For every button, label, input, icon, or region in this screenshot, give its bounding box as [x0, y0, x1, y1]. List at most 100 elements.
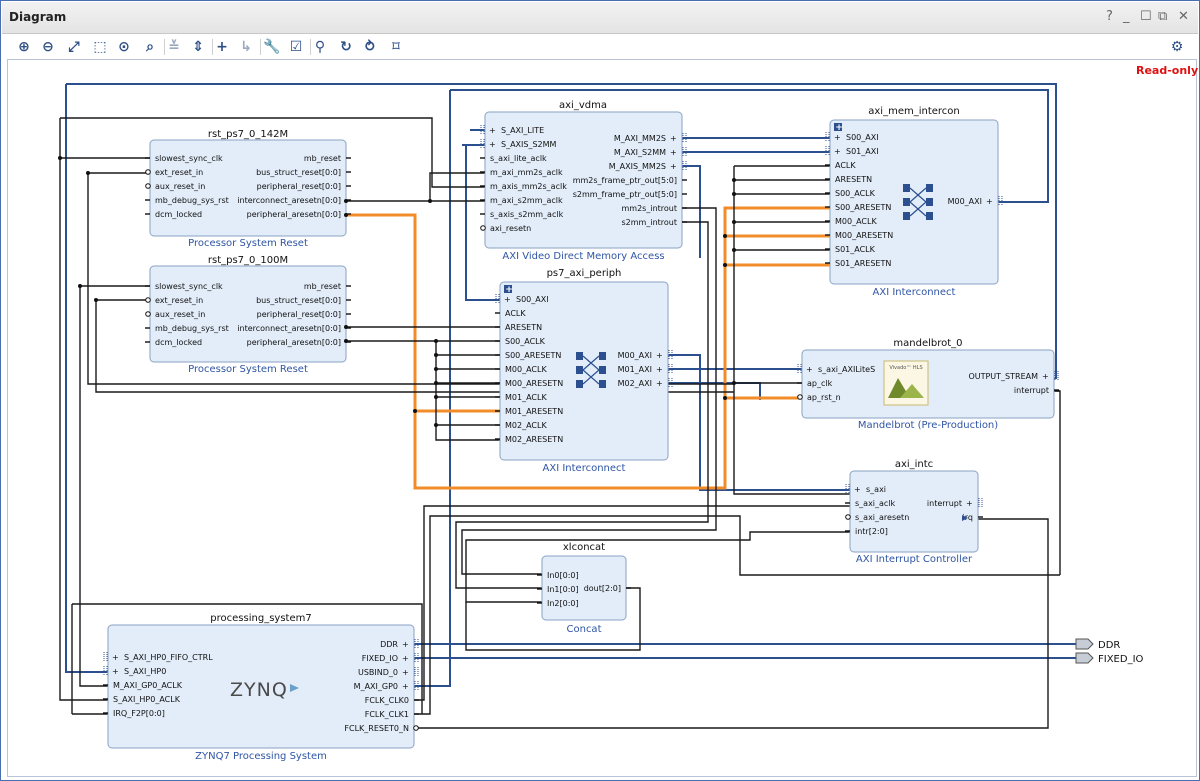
- bus-expand-icon[interactable]: +: [1042, 372, 1049, 381]
- port-label-M02_ACLK: M02_ACLK: [505, 421, 547, 430]
- ip-block-axi_intc[interactable]: axi_intc AXI Interrupt Controller + s_axi s_…: [845, 459, 983, 565]
- block-instance-name: axi_mem_intercon: [868, 106, 960, 117]
- bus-expand-icon[interactable]: +: [670, 134, 677, 143]
- block-instance-name: processing_system7: [210, 613, 311, 624]
- signal-net[interactable]: [59, 118, 108, 701]
- port-label-m_axi_mm2s_aclk: m_axi_mm2s_aclk: [490, 168, 563, 177]
- bus-expand-icon[interactable]: +: [402, 654, 409, 663]
- bus-expand-icon[interactable]: +: [489, 140, 496, 149]
- block-body[interactable]: [849, 470, 979, 553]
- port-label-bus_struct_reset[0:0]: bus_struct_reset[0:0]: [256, 168, 341, 177]
- net-junction: [434, 423, 438, 427]
- bus-expand-icon[interactable]: +: [834, 147, 841, 156]
- signal-net[interactable]: [1054, 390, 1061, 575]
- port-label-slowest_sync_clk: slowest_sync_clk: [155, 154, 223, 163]
- bus-expand-icon[interactable]: +: [834, 133, 841, 142]
- inverted-port-icon[interactable]: [413, 725, 419, 731]
- port-label-peripheral_aresetn[0:0]: peripheral_aresetn[0:0]: [247, 210, 341, 219]
- bus-expand-icon[interactable]: +: [504, 295, 511, 304]
- port-label-mb_reset: mb_reset: [304, 282, 341, 291]
- collapse-glyph: +: [505, 285, 513, 295]
- port-label-s_axi: s_axi: [866, 485, 886, 494]
- inverted-port-icon[interactable]: [845, 514, 851, 520]
- block-instance-name: xlconcat: [563, 542, 605, 553]
- bus-expand-icon[interactable]: +: [656, 365, 663, 374]
- ip-block-mandelbrot_0[interactable]: mandelbrot_0 Mandelbrot (Pre-Production) +…: [797, 338, 1059, 431]
- port-label-peripheral_aresetn[0:0]: peripheral_aresetn[0:0]: [247, 338, 341, 347]
- ip-block-processing_system7[interactable]: processing_system7 ZYNQ7 Processing Syste…: [103, 613, 419, 762]
- inverted-port-icon[interactable]: [145, 183, 151, 189]
- bus-expand-icon[interactable]: +: [402, 668, 409, 677]
- port-label-IRQ_F2P[0:0]: IRQ_F2P[0:0]: [113, 709, 165, 718]
- ip-block-axi_vdma[interactable]: axi_vdma AXI Video Direct Memory Access + S…: [480, 100, 687, 262]
- port-label-M00_ARESETN: M00_ARESETN: [835, 231, 893, 240]
- inverted-port-icon[interactable]: [145, 297, 151, 303]
- net-junction: [434, 353, 438, 357]
- net-junction: [344, 339, 348, 343]
- external-port-ddr[interactable]: [1075, 638, 1094, 650]
- block-instance-name: axi_vdma: [559, 100, 607, 111]
- bus-expand-icon[interactable]: +: [656, 351, 663, 360]
- port-label-s_axis_s2mm_aclk: s_axis_s2mm_aclk: [490, 210, 564, 219]
- ip-block-axi_mem_intercon[interactable]: axi_mem_interconAXI Interconnect+ S00_AXI…: [825, 106, 1003, 298]
- bus-expand-icon[interactable]: +: [854, 485, 861, 494]
- port-label-peripheral_reset[0:0]: peripheral_reset[0:0]: [257, 310, 341, 319]
- port-label-dcm_locked: dcm_locked: [155, 210, 202, 219]
- block-diagram-canvas[interactable]: rst_ps7_0_142M Processor System Reset slow…: [0, 0, 1200, 781]
- port-label-M02_ARESETN: M02_ARESETN: [505, 435, 563, 444]
- bus-expand-icon[interactable]: +: [402, 640, 409, 649]
- bus-expand-icon[interactable]: +: [656, 379, 663, 388]
- bus-expand-icon[interactable]: +: [670, 148, 677, 157]
- net-junction: [58, 156, 62, 160]
- ip-block-rst_ps7_0_142M[interactable]: rst_ps7_0_142M Processor System Reset slow…: [145, 129, 351, 249]
- port-label-FCLK_RESET0_N: FCLK_RESET0_N: [344, 724, 409, 733]
- bus-expand-icon[interactable]: +: [806, 365, 813, 374]
- block-subtitle: AXI Video Direct Memory Access: [502, 251, 664, 262]
- port-label-FCLK_CLK1: FCLK_CLK1: [365, 710, 409, 719]
- port-label-M02_AXI: M02_AXI: [618, 379, 652, 388]
- bus-expand-icon[interactable]: +: [489, 126, 496, 135]
- external-port-fixed_io[interactable]: [1075, 652, 1094, 664]
- block-subtitle: Concat: [567, 624, 602, 635]
- net-junction: [732, 192, 736, 196]
- signal-net[interactable]: [79, 286, 108, 687]
- inverted-port-icon[interactable]: [480, 225, 486, 231]
- net-junction: [94, 298, 98, 302]
- signal-net[interactable]: [414, 505, 850, 701]
- port-label-M_AXI_MM2S: M_AXI_MM2S: [614, 134, 666, 143]
- port-label-ARESETN: ARESETN: [835, 175, 872, 184]
- bus-expand-icon[interactable]: +: [670, 162, 677, 171]
- ip-block-xlconcat[interactable]: xlconcat Concat In0[0:0] In1[0:0] In2[0:0] do…: [537, 542, 631, 635]
- port-label-OUTPUT_STREAM: OUTPUT_STREAM: [968, 372, 1038, 381]
- ip-block-rst_ps7_0_100M[interactable]: rst_ps7_0_100M Processor System Reset slow…: [145, 255, 351, 375]
- port-label-mb_debug_sys_rst: mb_debug_sys_rst: [155, 324, 229, 333]
- port-label-M00_AXI: M00_AXI: [618, 351, 652, 360]
- inverted-port-icon[interactable]: [145, 169, 151, 175]
- port-label-FIXED_IO: FIXED_IO: [362, 654, 398, 663]
- block-instance-name: mandelbrot_0: [893, 338, 962, 349]
- port-label-mm2s_introut: mm2s_introut: [622, 204, 678, 213]
- vivado-hls-logo: Vivado™ HLS: [883, 360, 929, 406]
- bus-expand-icon[interactable]: +: [112, 653, 119, 662]
- bus-expand-icon[interactable]: +: [112, 667, 119, 676]
- bus-expand-icon[interactable]: +: [966, 499, 973, 508]
- bus-expand-icon[interactable]: +: [402, 682, 409, 691]
- port-label-S_AXI_LITE: S_AXI_LITE: [501, 126, 544, 135]
- port-label-In1[0:0]: In1[0:0]: [547, 585, 579, 594]
- signal-net[interactable]: [465, 531, 850, 603]
- inverted-port-icon[interactable]: [145, 311, 151, 317]
- block-subtitle: Processor System Reset: [188, 238, 308, 249]
- port-label-aux_reset_in: aux_reset_in: [155, 310, 205, 319]
- port-label-FCLK_CLK0: FCLK_CLK0: [365, 696, 409, 705]
- port-label-s2mm_frame_ptr_out[5:0]: s2mm_frame_ptr_out[5:0]: [573, 190, 677, 199]
- net-junction: [732, 248, 736, 252]
- inverted-port-icon[interactable]: [797, 394, 803, 400]
- port-label-dout[2:0]: dout[2:0]: [584, 584, 621, 593]
- port-label-ACLK: ACLK: [835, 161, 856, 170]
- net-junction: [78, 284, 82, 288]
- port-label-s_axi_lite_aclk: s_axi_lite_aclk: [490, 154, 547, 163]
- port-label-s2mm_introut: s2mm_introut: [622, 218, 678, 227]
- net-junction: [732, 381, 736, 385]
- ip-block-ps7_axi_periph[interactable]: ps7_axi_periphAXI Interconnect+ S00_AXIAC…: [495, 268, 673, 474]
- bus-expand-icon[interactable]: +: [986, 197, 993, 206]
